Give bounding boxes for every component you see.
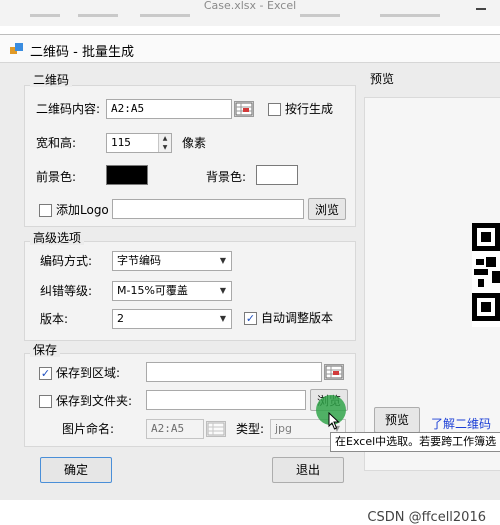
tooltip: 在Excel中选取。若要跨工作簿选 bbox=[330, 432, 500, 452]
watermark: CSDN @ffcell2016 bbox=[367, 510, 486, 525]
preview-legend: 预览 bbox=[370, 72, 395, 86]
content-input[interactable]: A2:A5 bbox=[106, 99, 232, 119]
advanced-group-legend: 高级选项 bbox=[30, 231, 85, 245]
range-picker-icon bbox=[325, 365, 343, 379]
logo-browse-button[interactable]: 浏览 bbox=[308, 198, 346, 220]
minimize-icon[interactable] bbox=[476, 8, 486, 10]
version-select[interactable]: 2 ▼ bbox=[112, 309, 232, 329]
encoding-select[interactable]: 字节编码 ▼ bbox=[112, 251, 232, 271]
save-group-legend: 保存 bbox=[30, 343, 61, 357]
size-unit: 像素 bbox=[182, 136, 207, 150]
version-label: 版本: bbox=[40, 312, 69, 326]
qrcode-batch-dialog: 二维码 - 批量生成 二维码 二维码内容: A2:A5 按行生成 宽和高: 11… bbox=[0, 34, 500, 525]
qrcode-group-legend: 二维码 bbox=[30, 73, 73, 87]
spin-up-icon[interactable]: ▲ bbox=[159, 134, 171, 143]
size-spinner[interactable]: ▲ ▼ bbox=[158, 134, 171, 152]
add-logo-checkbox[interactable] bbox=[39, 204, 52, 217]
size-label: 宽和高: bbox=[36, 136, 77, 150]
spin-down-icon[interactable]: ▼ bbox=[159, 143, 171, 152]
image-name-picker-button[interactable] bbox=[206, 421, 226, 437]
background-color-swatch[interactable] bbox=[256, 165, 298, 185]
save-to-range-label: 保存到区域: bbox=[56, 366, 121, 380]
preview-button[interactable]: 预览 bbox=[374, 407, 420, 433]
app-icon bbox=[10, 43, 24, 55]
range-picker-icon bbox=[207, 422, 225, 436]
auto-version-checkbox[interactable]: ✓ bbox=[244, 312, 257, 325]
image-name-input[interactable]: A2:A5 bbox=[146, 419, 204, 439]
background-color-label: 背景色: bbox=[206, 170, 247, 184]
chevron-down-icon[interactable]: ▼ bbox=[215, 310, 231, 328]
save-to-folder-label: 保存到文件夹: bbox=[56, 394, 133, 408]
dialog-title-bar: 二维码 - 批量生成 bbox=[0, 35, 500, 63]
excel-title-bar: Case.xlsx - Excel bbox=[0, 0, 500, 26]
content-label: 二维码内容: bbox=[36, 102, 101, 116]
mouse-cursor-icon bbox=[328, 412, 340, 430]
save-to-folder-checkbox[interactable] bbox=[39, 395, 52, 408]
exit-button[interactable]: 退出 bbox=[272, 457, 344, 483]
save-range-picker-button[interactable] bbox=[324, 364, 344, 380]
foreground-color-swatch[interactable] bbox=[106, 165, 148, 185]
auto-version-label: 自动调整版本 bbox=[261, 311, 334, 325]
ecc-label: 纠错等级: bbox=[40, 284, 93, 298]
by-row-checkbox[interactable] bbox=[268, 103, 281, 116]
content-range-picker-button[interactable] bbox=[234, 101, 254, 117]
add-logo-label: 添加Logo bbox=[56, 203, 109, 217]
by-row-label: 按行生成 bbox=[285, 102, 334, 116]
range-picker-icon bbox=[235, 102, 253, 116]
save-to-range-checkbox[interactable]: ✓ bbox=[39, 367, 52, 380]
save-range-input[interactable] bbox=[146, 362, 322, 382]
chevron-down-icon[interactable]: ▼ bbox=[215, 252, 231, 270]
dialog-title: 二维码 - 批量生成 bbox=[30, 45, 134, 60]
ok-button[interactable]: 确定 bbox=[40, 457, 112, 483]
learn-qrcode-link[interactable]: 了解二维码 bbox=[431, 415, 491, 432]
foreground-color-label: 前景色: bbox=[36, 170, 77, 184]
encoding-label: 编码方式: bbox=[40, 254, 93, 268]
ecc-select[interactable]: M-15%可覆盖 ▼ bbox=[112, 281, 232, 301]
excel-window-title: Case.xlsx - Excel bbox=[203, 0, 297, 12]
qr-code-preview bbox=[472, 223, 500, 327]
chevron-down-icon[interactable]: ▼ bbox=[215, 282, 231, 300]
logo-path-input[interactable] bbox=[112, 199, 304, 219]
type-label: 类型: bbox=[236, 422, 265, 436]
image-name-label: 图片命名: bbox=[62, 422, 115, 436]
save-folder-input[interactable] bbox=[146, 390, 306, 410]
